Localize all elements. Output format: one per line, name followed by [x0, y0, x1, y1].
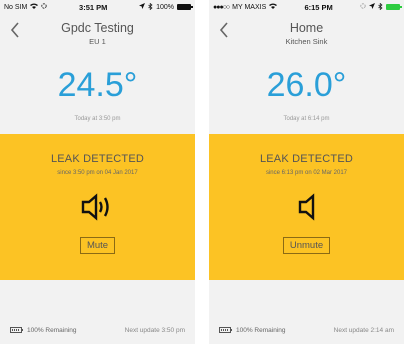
battery-icon — [385, 4, 402, 10]
nav-subtitle: Kitchen Sink — [285, 37, 328, 46]
carrier-label: MY MAXIS — [232, 3, 267, 11]
temperature-value: 24.5° — [57, 66, 138, 104]
location-icon — [368, 3, 375, 11]
alert-since: since 3:50 pm on 04 Jan 2017 — [57, 170, 138, 176]
nav-title: Home — [289, 21, 324, 35]
bluetooth-icon — [148, 2, 153, 12]
nav-title: Gpdc Testing — [61, 21, 134, 35]
bluetooth-icon — [378, 2, 383, 12]
wifi-icon — [269, 3, 278, 11]
temperature-value: 26.0° — [266, 66, 347, 104]
footer: 100% Remaining Next update 3:50 pm — [0, 324, 195, 336]
status-bar: No SIM 3:51 PM 100% — [0, 0, 195, 14]
battery-remaining: 100% Remaining — [236, 326, 286, 334]
status-bar: ●●●○○ MY MAXIS 6:15 PM — [209, 0, 404, 14]
signal-dots-icon: ●●●○○ — [213, 3, 230, 11]
temperature-section: 26.0° Today at 6:14 pm — [209, 56, 404, 134]
carrier-label: No SIM — [4, 3, 28, 11]
mute-button[interactable]: Mute — [79, 237, 116, 254]
wifi-icon — [30, 3, 39, 11]
speaker-muted-icon — [209, 192, 404, 222]
battery-percent: 100% — [156, 3, 174, 11]
leak-alert-panel: LEAK DETECTED since 6:13 pm on 02 Mar 20… — [209, 134, 404, 280]
battery-level-icon — [10, 327, 23, 333]
location-icon — [139, 3, 146, 11]
nav-bar: Home Kitchen Sink — [209, 14, 404, 54]
phone-screen-right: ●●●○○ MY MAXIS 6:15 PM Home Kitchen Sink — [209, 0, 404, 344]
status-time: 6:15 PM — [304, 2, 333, 12]
alert-title: LEAK DETECTED — [50, 153, 145, 165]
battery-icon — [176, 4, 193, 10]
footer: 100% Remaining Next update 2:14 am — [209, 324, 404, 336]
nav-subtitle: EU 1 — [89, 37, 106, 46]
phone-screen-left: No SIM 3:51 PM 100% Gpdc Testing EU 1 24… — [0, 0, 195, 344]
temperature-section: 24.5° Today at 3:50 pm — [0, 56, 195, 134]
nav-bar: Gpdc Testing EU 1 — [0, 14, 195, 54]
loading-icon — [41, 3, 47, 11]
leak-alert-panel: LEAK DETECTED since 3:50 pm on 04 Jan 20… — [0, 134, 195, 280]
temperature-time: Today at 6:14 pm — [283, 116, 330, 122]
temperature-time: Today at 3:50 pm — [74, 116, 121, 122]
battery-level-icon — [219, 327, 232, 333]
loading-icon — [360, 3, 366, 11]
alert-title: LEAK DETECTED — [259, 153, 354, 165]
next-update: Next update 2:14 am — [333, 326, 394, 334]
battery-remaining: 100% Remaining — [27, 326, 77, 334]
unmute-button[interactable]: Unmute — [282, 237, 331, 254]
status-time: 3:51 PM — [79, 2, 108, 12]
next-update: Next update 3:50 pm — [124, 326, 185, 334]
alert-since: since 6:13 pm on 02 Mar 2017 — [265, 170, 348, 176]
speaker-sound-icon — [0, 192, 195, 222]
